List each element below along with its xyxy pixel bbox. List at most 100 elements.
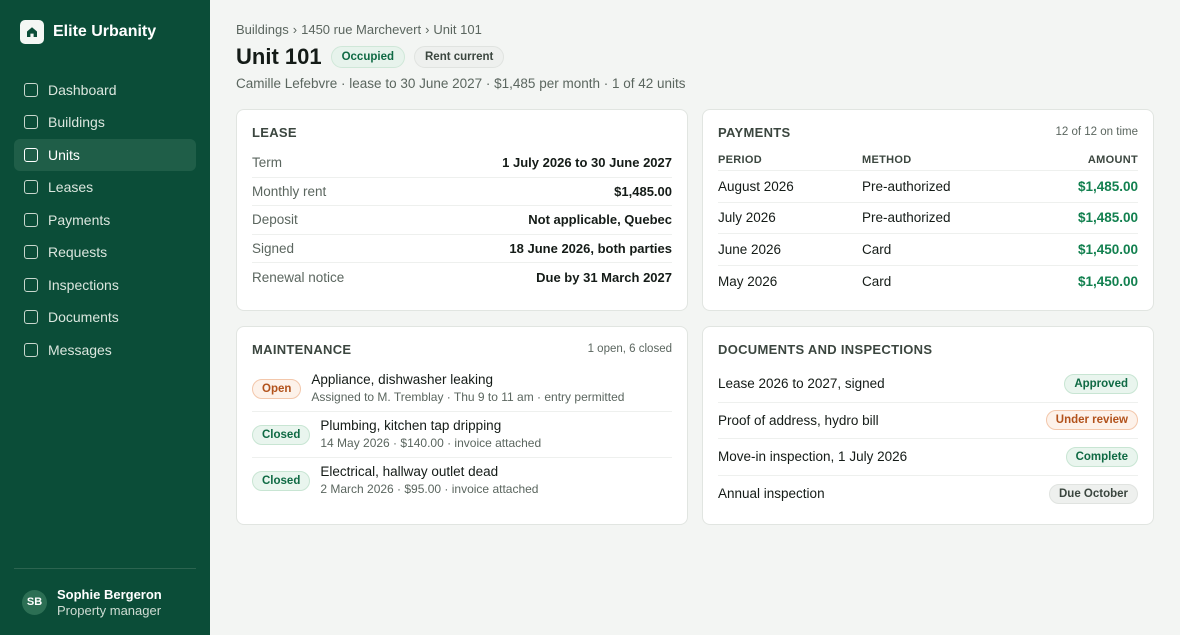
sidebar-item-label: Leases <box>48 179 94 196</box>
sidebar: Elite Urbanity Dashboard Buildings Units… <box>0 0 210 635</box>
column-method: METHOD <box>862 154 912 166</box>
checkbox-icon <box>24 115 38 130</box>
payment-period: May 2026 <box>718 273 778 289</box>
checkbox-icon <box>24 310 38 325</box>
sidebar-item-units[interactable]: Units <box>14 139 196 171</box>
list-item[interactable]: Proof of address, hydro bill Under review <box>718 403 1138 439</box>
payment-period: June 2026 <box>718 241 782 257</box>
occupied-badge: Occupied <box>330 46 405 68</box>
list-item[interactable]: Move-in inspection, 1 July 2026 Complete <box>718 439 1138 476</box>
payment-amount: $1,485.00 <box>1077 210 1138 226</box>
user-role: Property manager <box>57 602 162 618</box>
request-title: Appliance, dishwasher leaking <box>311 372 494 387</box>
sidebar-item-inspections[interactable]: Inspections <box>14 269 196 301</box>
unit-summary: Camille Lefebvre · lease to 30 June 2027… <box>236 76 686 91</box>
payments-card-title: PAYMENTS <box>718 124 791 140</box>
checkbox-icon <box>24 180 38 195</box>
maintenance-card: MAINTENANCE 1 open, 6 closed Open Applia… <box>236 326 688 525</box>
sidebar-item-requests[interactable]: Requests <box>14 237 196 269</box>
lease-key: Signed <box>252 240 295 256</box>
maintenance-card-title: MAINTENANCE <box>252 341 352 357</box>
checkbox-icon <box>24 82 38 97</box>
lease-value: Not applicable, Quebec <box>528 212 672 228</box>
payment-amount: $1,450.00 <box>1077 273 1138 289</box>
list-item[interactable]: Open Appliance, dishwasher leaking Assig… <box>252 366 672 412</box>
page-title: Unit 101 <box>236 44 322 69</box>
table-row[interactable]: June 2026 Card $1,450.00 <box>718 234 1138 266</box>
card-grid: LEASE Term 1 July 2026 to 30 June 2027 Mo… <box>236 109 1154 525</box>
sidebar-item-label: Units <box>48 146 80 163</box>
column-period: PERIOD <box>718 154 762 166</box>
lease-card: LEASE Term 1 July 2026 to 30 June 2027 Mo… <box>236 109 688 311</box>
document-name: Move-in inspection, 1 July 2026 <box>718 449 908 465</box>
documents-card: DOCUMENTS AND INSPECTIONS Lease 2026 to … <box>702 326 1154 525</box>
lease-value: 18 June 2026, both parties <box>509 240 672 256</box>
sidebar-item-dashboard[interactable]: Dashboard <box>14 74 196 106</box>
status-badge: Closed <box>252 471 311 491</box>
table-row[interactable]: July 2026 Pre-authorized $1,485.00 <box>718 203 1138 234</box>
sidebar-item-label: Buildings <box>48 114 105 131</box>
table-row[interactable]: May 2026 Card $1,450.00 <box>718 266 1138 298</box>
column-amount: AMOUNT <box>1087 154 1138 166</box>
lease-row: Deposit Not applicable, Quebec <box>252 206 672 235</box>
breadcrumb-buildings[interactable]: Buildings <box>236 22 289 37</box>
checkbox-icon <box>24 245 38 260</box>
sidebar-item-leases[interactable]: Leases <box>14 172 196 204</box>
lease-key: Deposit <box>252 212 298 228</box>
payments-table: PERIOD METHOD AMOUNT August 2026 Pre-auth… <box>718 150 1138 297</box>
lease-value: Due by 31 March 2027 <box>536 269 672 285</box>
maintenance-list: Open Appliance, dishwasher leaking Assig… <box>252 366 672 503</box>
list-item[interactable]: Closed Electrical, hallway outlet dead 2… <box>252 458 672 503</box>
lease-card-title: LEASE <box>252 124 297 140</box>
sidebar-item-buildings[interactable]: Buildings <box>14 107 196 139</box>
status-badge: Due October <box>1048 483 1138 504</box>
status-badge: Complete <box>1065 446 1138 467</box>
request-detail: 2 March 2026 · $95.00 · invoice attached <box>320 482 539 496</box>
payment-method: Card <box>862 241 892 257</box>
list-item[interactable]: Lease 2026 to 2027, signed Approved <box>718 366 1138 403</box>
payment-method: Pre-authorized <box>862 178 951 194</box>
lease-row: Monthly rent $1,485.00 <box>252 178 672 206</box>
lease-value: $1,485.00 <box>614 183 672 199</box>
breadcrumb-building[interactable]: 1450 rue Marchevert <box>301 22 421 37</box>
payment-amount: $1,450.00 <box>1077 241 1138 257</box>
table-row[interactable]: August 2026 Pre-authorized $1,485.00 <box>718 171 1138 203</box>
lease-key: Term <box>252 155 282 171</box>
lease-details: Term 1 July 2026 to 30 June 2027 Monthly … <box>252 149 672 292</box>
home-icon <box>20 20 44 44</box>
list-item[interactable]: Annual inspection Due October <box>718 476 1138 513</box>
breadcrumb-separator: › <box>425 22 430 37</box>
document-name: Lease 2026 to 2027, signed <box>718 376 885 392</box>
request-detail: 14 May 2026 · $140.00 · invoice attached <box>320 436 542 450</box>
checkbox-icon <box>24 147 38 162</box>
payments-card: PAYMENTS 12 of 12 on time PERIOD METHOD … <box>702 109 1154 311</box>
lease-key: Renewal notice <box>252 269 345 285</box>
payment-method: Card <box>862 273 892 289</box>
sidebar-item-messages[interactable]: Messages <box>14 334 196 366</box>
checkbox-icon <box>24 277 38 292</box>
avatar: SB <box>22 589 47 615</box>
brand[interactable]: Elite Urbanity <box>14 20 196 44</box>
lease-row: Signed 18 June 2026, both parties <box>252 235 672 263</box>
sidebar-item-label: Requests <box>48 244 108 261</box>
sidebar-item-payments[interactable]: Payments <box>14 204 196 236</box>
sidebar-item-label: Inspections <box>48 276 119 293</box>
breadcrumb: Buildings › 1450 rue Marchevert › Unit 1… <box>236 22 1154 37</box>
maintenance-count: 1 open, 6 closed <box>587 343 672 355</box>
status-badge: Open <box>252 379 302 399</box>
payment-method: Pre-authorized <box>862 210 951 226</box>
sidebar-nav: Dashboard Buildings Units Leases Payment… <box>14 74 196 366</box>
sidebar-item-label: Payments <box>48 211 111 228</box>
list-item[interactable]: Closed Plumbing, kitchen tap dripping 14… <box>252 412 672 458</box>
status-badge: Under review <box>1045 410 1138 431</box>
document-name: Proof of address, hydro bill <box>718 412 879 428</box>
sidebar-item-documents[interactable]: Documents <box>14 302 196 334</box>
checkbox-icon <box>24 212 38 227</box>
user-profile[interactable]: SB Sophie Bergeron Property manager <box>14 568 196 635</box>
payment-period: July 2026 <box>718 210 776 226</box>
brand-name: Elite Urbanity <box>53 23 157 40</box>
request-detail: Assigned to M. Tremblay · Thu 9 to 11 am… <box>311 390 625 404</box>
status-badge: Approved <box>1064 373 1138 394</box>
document-name: Annual inspection <box>718 486 825 502</box>
breadcrumb-separator: › <box>292 22 298 37</box>
